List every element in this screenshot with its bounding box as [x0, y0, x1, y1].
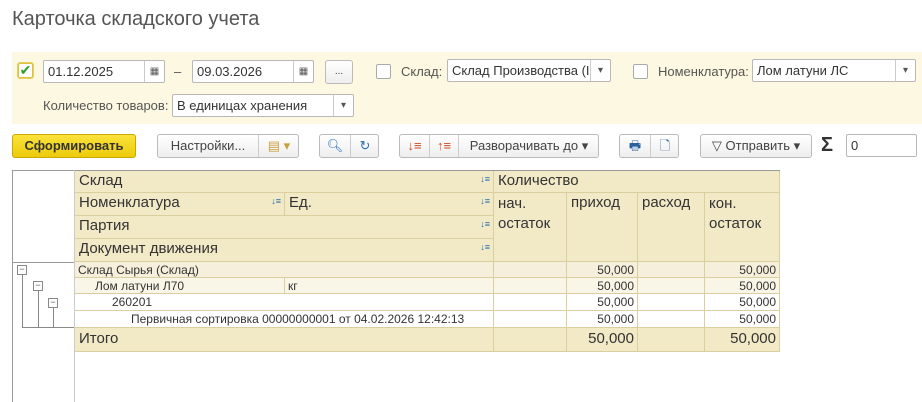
- header-batch[interactable]: Партия ↓≡: [75, 216, 494, 239]
- warehouse-value: Склад Производства (І: [452, 63, 590, 78]
- variants-folder-icon[interactable]: ▤ ▾: [258, 135, 299, 157]
- header-warehouse[interactable]: Склад ↓≡: [75, 171, 494, 193]
- cell-opening[interactable]: [494, 294, 567, 311]
- warehouse-checkbox[interactable]: [376, 64, 391, 79]
- search-icon[interactable]: 🔍︎: [320, 135, 350, 157]
- warehouse-label: Склад:: [401, 64, 443, 79]
- sort-icon: ↓≡: [480, 196, 490, 206]
- generate-button[interactable]: Сформировать: [12, 134, 136, 158]
- report-grid: Склад ↓≡ Номенклатура ↓≡ Ед. ↓≡ Партия ↓≡ До…: [12, 170, 780, 402]
- qty-label: Количество товаров:: [43, 98, 169, 113]
- cell-outgoing[interactable]: [638, 262, 705, 278]
- header-outgoing[interactable]: расход: [638, 193, 705, 262]
- cell-closing[interactable]: 50,000: [705, 294, 780, 311]
- cell-closing[interactable]: 50,000: [705, 262, 780, 278]
- collapse-icon[interactable]: −: [48, 298, 58, 308]
- header-label: Документ движения: [79, 240, 218, 257]
- cell-outgoing[interactable]: [638, 328, 705, 352]
- sum-icon: Σ: [821, 134, 834, 156]
- cell-incoming[interactable]: 50,000: [567, 328, 638, 352]
- cell-opening[interactable]: [494, 278, 567, 294]
- cell-opening[interactable]: [494, 262, 567, 278]
- settings-group: Настройки... ▤ ▾: [157, 134, 299, 158]
- row-label[interactable]: Лом латуни Л70: [75, 278, 285, 294]
- header-label: Склад: [79, 172, 123, 189]
- collapse-all-icon[interactable]: ↑≡: [429, 135, 458, 157]
- cell-closing[interactable]: 50,000: [705, 278, 780, 294]
- header-label: Партия: [79, 217, 130, 234]
- sort-icon: ↓≡: [480, 242, 490, 252]
- cell-opening[interactable]: [494, 311, 567, 328]
- page-title: Карточка складского учета: [12, 8, 260, 30]
- warehouse-select[interactable]: Склад Производства (І ▾: [447, 59, 611, 82]
- print-preview-icon[interactable]: 🗋: [650, 135, 679, 157]
- row-label[interactable]: Первичная сортировка 00000000001 от 04.0…: [75, 311, 494, 328]
- expand-to-button[interactable]: Разворачивать до ▾: [458, 135, 599, 157]
- sum-field[interactable]: 0: [846, 134, 917, 157]
- cell-closing[interactable]: 50,000: [705, 328, 780, 352]
- cell-incoming[interactable]: 50,000: [567, 278, 638, 294]
- row-label[interactable]: 260201: [75, 294, 494, 311]
- send-label: Отправить: [725, 138, 790, 153]
- print-group: 🖶 🗋: [619, 134, 679, 158]
- search-next-icon[interactable]: ↻: [350, 135, 379, 157]
- send-icon: ▽: [711, 138, 722, 153]
- nomenclature-value: Лом латуни ЛС: [757, 63, 849, 78]
- header-label: Номенклатура: [79, 194, 180, 211]
- nomenclature-checkbox[interactable]: [633, 64, 648, 79]
- qty-value: В единицах хранения: [177, 98, 308, 113]
- cell-incoming[interactable]: 50,000: [567, 311, 638, 328]
- header-closing[interactable]: кон. остаток: [705, 193, 780, 262]
- header-label: Ед.: [289, 194, 312, 211]
- cell-opening[interactable]: [494, 328, 567, 352]
- sort-icon: ↓≡: [480, 174, 490, 184]
- qty-select[interactable]: В единицах хранения ▾: [172, 94, 354, 117]
- cell-incoming[interactable]: 50,000: [567, 294, 638, 311]
- date-to-value: 09.03.2026: [197, 64, 263, 79]
- header-opening[interactable]: нач. остаток: [494, 193, 567, 262]
- cell-outgoing[interactable]: [638, 278, 705, 294]
- date-to-input[interactable]: 09.03.2026 ▦: [192, 60, 314, 83]
- cell-outgoing[interactable]: [638, 294, 705, 311]
- header-document[interactable]: Документ движения ↓≡: [75, 239, 494, 262]
- settings-button[interactable]: Настройки...: [158, 135, 258, 157]
- date-from-input[interactable]: 01.12.2025 ▦: [43, 60, 165, 83]
- header-nomenclature[interactable]: Номенклатура ↓≡: [75, 193, 285, 216]
- header-quantity: Количество: [494, 171, 780, 193]
- cell-incoming[interactable]: 50,000: [567, 262, 638, 278]
- nomenclature-label: Номенклатура:: [658, 64, 749, 79]
- cell-outgoing[interactable]: [638, 311, 705, 328]
- row-unit[interactable]: кг: [285, 278, 494, 294]
- period-checkbox[interactable]: ✔: [17, 62, 34, 79]
- sort-icon: ↓≡: [271, 196, 281, 206]
- period-select-button[interactable]: ...: [325, 60, 353, 84]
- calendar-icon[interactable]: ▦: [293, 61, 313, 82]
- send-button[interactable]: ▽ Отправить ▾: [700, 134, 812, 158]
- search-group: 🔍︎ ↻: [319, 134, 379, 158]
- date-dash: –: [174, 64, 182, 79]
- collapse-icon[interactable]: −: [33, 281, 43, 291]
- sort-icon: ↓≡: [480, 219, 490, 229]
- grouping-group: ↓≡ ↑≡ Разворачивать до ▾: [399, 134, 599, 158]
- row-label[interactable]: Итого: [75, 328, 494, 352]
- row-label[interactable]: Склад Сырья (Склад): [75, 262, 494, 278]
- chevron-down-icon[interactable]: ▾: [895, 60, 915, 81]
- collapse-icon[interactable]: −: [17, 265, 27, 275]
- cell-closing[interactable]: 50,000: [705, 311, 780, 328]
- calendar-icon[interactable]: ▦: [144, 61, 164, 82]
- header-incoming[interactable]: приход: [567, 193, 638, 262]
- nomenclature-select[interactable]: Лом латуни ЛС ▾: [752, 59, 916, 82]
- print-icon[interactable]: 🖶: [620, 135, 650, 157]
- chevron-down-icon[interactable]: ▾: [590, 60, 610, 81]
- chevron-down-icon[interactable]: ▾: [333, 95, 353, 116]
- date-from-value: 01.12.2025: [48, 64, 114, 79]
- expand-all-icon[interactable]: ↓≡: [400, 135, 429, 157]
- header-unit[interactable]: Ед. ↓≡: [285, 193, 494, 216]
- expand-to-label: Разворачивать до: [469, 138, 579, 153]
